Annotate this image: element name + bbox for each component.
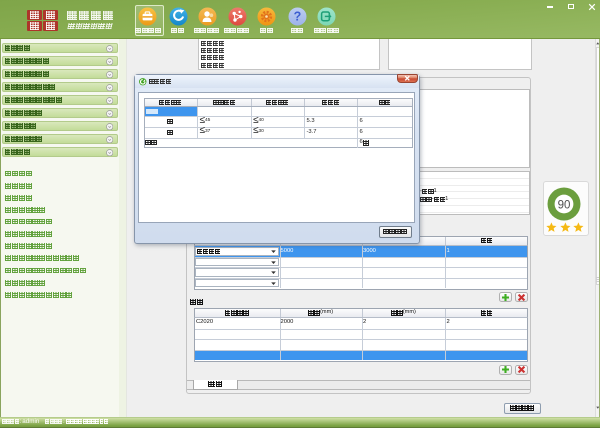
svg-text:?: ? [294, 10, 302, 24]
svg-text:90: 90 [558, 199, 571, 211]
